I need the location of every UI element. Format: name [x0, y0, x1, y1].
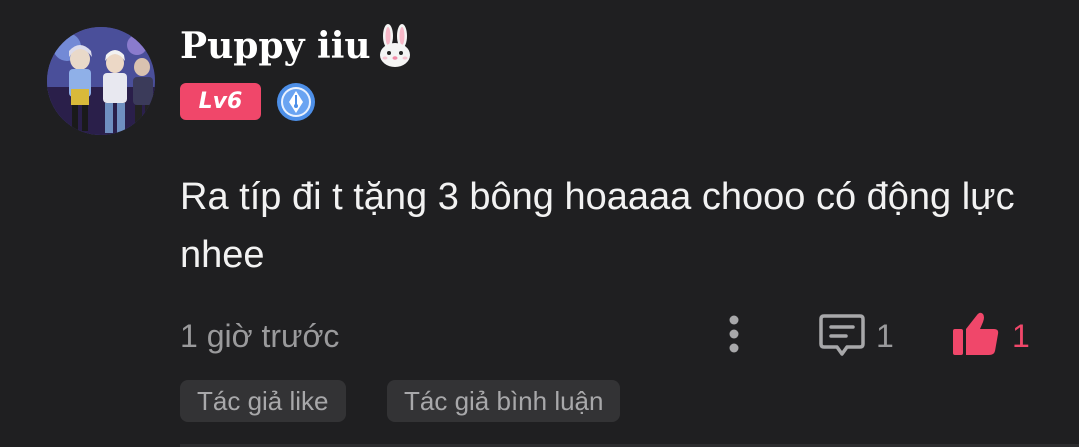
more-options-icon[interactable]: [722, 312, 746, 356]
like-count: 1: [1012, 318, 1030, 354]
comment-text: Ra típ đi t tặng 3 bông hoaaaa chooo có …: [180, 176, 1015, 276]
username-text: Puppy iiu: [180, 25, 371, 67]
author-replied-tag: Tác giả bình luận: [387, 380, 621, 422]
pen-nib-badge-icon: [276, 82, 316, 122]
avatar[interactable]: [47, 27, 155, 135]
username[interactable]: Puppy iiu: [180, 24, 415, 68]
comment-timestamp: 1 giờ trước: [180, 318, 340, 354]
author-liked-tag: Tác giả like: [180, 380, 346, 422]
avatar-image: [47, 27, 155, 135]
level-badge: Lv6: [180, 83, 261, 120]
rabbit-face-icon: [375, 24, 415, 68]
thumbs-up-icon[interactable]: [951, 309, 1001, 357]
reply-count: 1: [876, 318, 894, 354]
reply-comment-icon[interactable]: [817, 311, 867, 359]
